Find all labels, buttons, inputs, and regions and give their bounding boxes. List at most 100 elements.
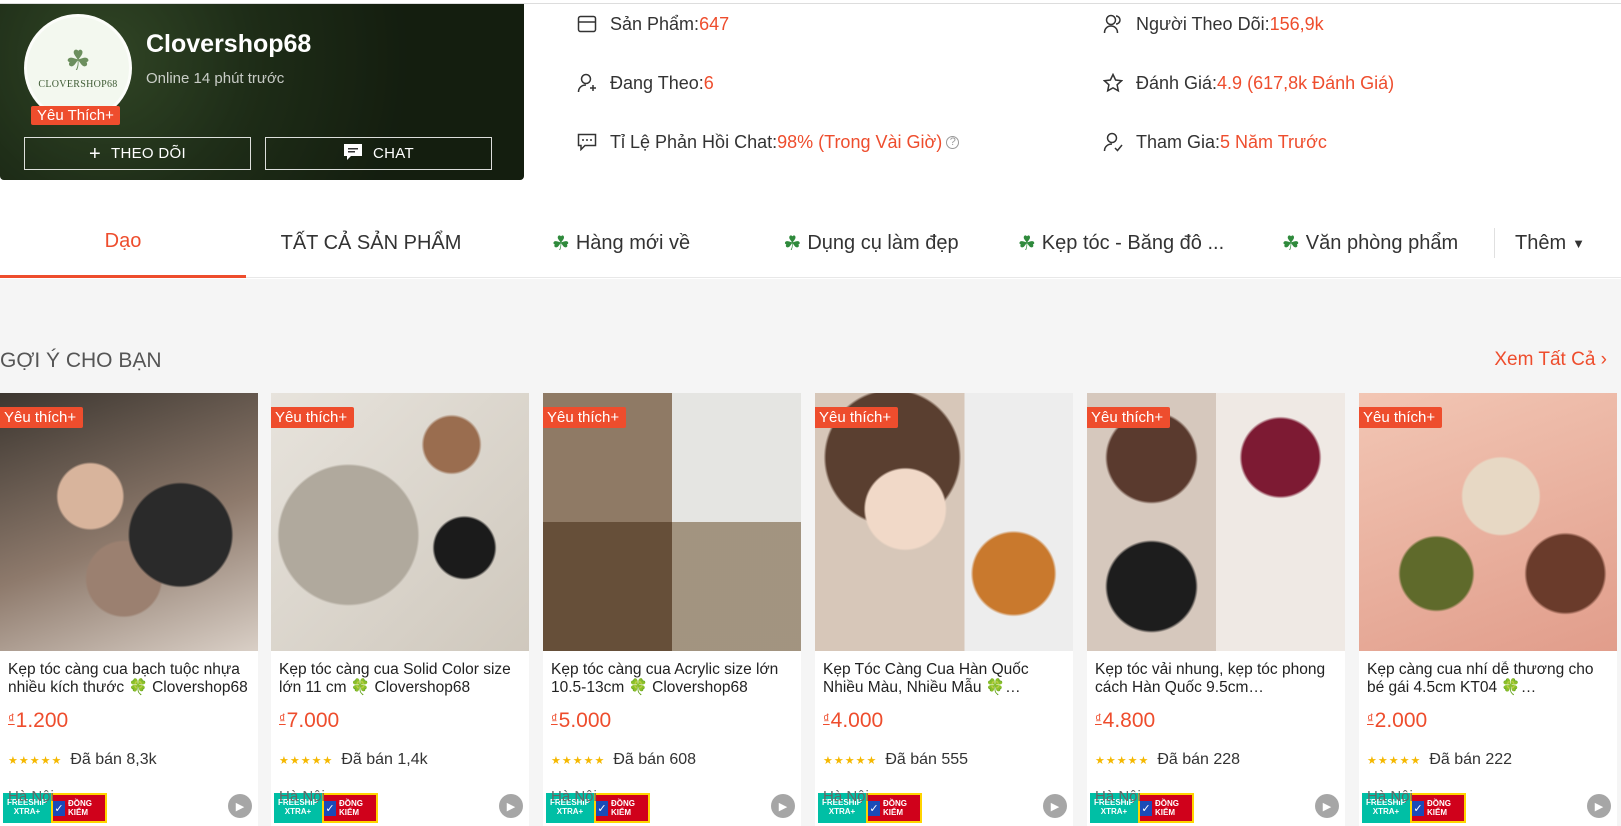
checked-text: ĐỒNG KIỂM: [339, 799, 363, 817]
avatar-brand-text: CLOVERSHOP68: [38, 78, 118, 90]
tab-dao[interactable]: Dạo: [0, 208, 246, 278]
section-title: GỢI Ý CHO BẠN: [0, 349, 162, 372]
product-location: Hà Nội: [823, 788, 869, 805]
chat-icon: [343, 143, 363, 165]
product-card[interactable]: Yêu thích+ FREESHIP XTRA+ ✓ ĐỒNG KIỂM ▶ Kẹp…: [543, 393, 801, 826]
play-icon[interactable]: ▶: [499, 794, 523, 818]
xtra-text: XTRA+: [284, 807, 312, 816]
xtra-text: XTRA+: [828, 807, 856, 816]
favorite-badge: Yêu thích+: [1359, 407, 1443, 428]
tab-all-products[interactable]: TẤT CẢ SẢN PHẨM: [246, 208, 496, 278]
play-icon[interactable]: ▶: [228, 794, 252, 818]
help-icon[interactable]: ?: [946, 135, 960, 149]
xtra-text: XTRA+: [556, 807, 584, 816]
checked-text: ĐỒNG KIỂM: [883, 799, 907, 817]
play-icon[interactable]: ▶: [1587, 794, 1611, 818]
stat-joined-value: 5 Năm Trước: [1220, 131, 1327, 152]
tab-beauty-label: Dụng cụ làm đẹp: [807, 231, 959, 254]
product-card[interactable]: Yêu thích+ FREESHIP XTRA+ ✓ ĐỒNG KIỂM ▶ Kẹp…: [271, 393, 529, 826]
checked-text: ĐỒNG KIỂM: [1427, 799, 1451, 817]
chat-button-label: CHAT: [373, 145, 414, 162]
product-card[interactable]: Yêu thích+ FREESHIP XTRA+ ✓ ĐỒNG KIỂM ▶ Kẹp…: [1359, 393, 1617, 826]
sold-count: Đã bán 8,3k: [70, 751, 157, 768]
stat-followers: Người Theo Dõi: 156,9k: [1102, 13, 1324, 35]
product-image[interactable]: [0, 393, 258, 651]
play-icon[interactable]: ▶: [1043, 794, 1067, 818]
product-location: Hà Nội: [1367, 788, 1413, 805]
clover-icon: ☘: [65, 44, 91, 76]
product-location: Hà Nội: [551, 788, 597, 805]
favorite-badge: Yêu thích+: [543, 407, 627, 428]
product-price: ₫4.000: [823, 709, 883, 733]
see-all-link[interactable]: Xem Tất Cả ›: [1494, 349, 1607, 371]
product-image[interactable]: [1087, 393, 1345, 651]
checked-text: ĐỒNG KIỂM: [68, 799, 92, 817]
follow-button[interactable]: + THEO DÕI: [24, 137, 251, 170]
tab-more[interactable]: Thêm ▼: [1495, 208, 1605, 278]
tab-more-label: Thêm: [1515, 231, 1567, 254]
tab-new-arrivals[interactable]: ☘ Hàng mới về: [496, 208, 746, 278]
product-name[interactable]: Kẹp càng cua nhí dễ thương cho bé gái 4.…: [1367, 661, 1607, 697]
tab-dao-label: Dạo: [104, 230, 142, 252]
tab-clips-label: Kẹp tóc - Băng đô ...: [1041, 231, 1225, 254]
stat-joined: Tham Gia: 5 Năm Trước: [1102, 131, 1327, 153]
xtra-text: XTRA+: [1372, 807, 1400, 816]
stat-rating: Đánh Giá: 4.9 (617,8k Đánh Giá): [1102, 72, 1394, 94]
currency-symbol: ₫: [279, 711, 286, 726]
sold-count: Đã bán 228: [1157, 751, 1241, 768]
check-icon: ✓: [1140, 800, 1152, 816]
tab-beauty-tools[interactable]: ☘ Dụng cụ làm đẹp: [746, 208, 996, 278]
product-name[interactable]: Kẹp tóc càng cua bạch tuộc nhựa nhiều kí…: [8, 661, 248, 697]
stat-products: Sản Phẩm: 647: [576, 13, 729, 35]
favorite-badge: Yêu thích+: [271, 407, 355, 428]
stat-products-label: Sản Phẩm:: [610, 13, 700, 34]
product-rating: ★★★★★ Đã bán 228: [1095, 751, 1240, 769]
product-image[interactable]: [1359, 393, 1617, 651]
sold-count: Đã bán 608: [613, 751, 697, 768]
rating-stars-icon: ★★★★★: [551, 754, 606, 767]
product-price: ₫7.000: [279, 709, 339, 733]
price-value: 1.200: [15, 709, 69, 732]
favorite-badge: Yêu thích+: [815, 407, 899, 428]
currency-symbol: ₫: [8, 711, 15, 726]
followers-icon: [1102, 13, 1124, 35]
tab-new-label: Hàng mới về: [575, 231, 691, 254]
shop-name: Clovershop68: [146, 30, 312, 58]
play-icon[interactable]: ▶: [1315, 794, 1339, 818]
product-card[interactable]: Yêu thích+ FREESHIP XTRA+ ✓ ĐỒNG KIỂM ▶ Kẹp…: [815, 393, 1073, 826]
product-image[interactable]: [543, 393, 801, 651]
check-icon: ✓: [53, 800, 65, 816]
check-icon: ✓: [868, 800, 880, 816]
product-image[interactable]: [815, 393, 1073, 651]
product-rating: ★★★★★ Đã bán 222: [1367, 751, 1512, 769]
product-name[interactable]: Kẹp tóc càng cua Solid Color size lớn 11…: [279, 661, 519, 697]
product-card[interactable]: Yêu thích+ FREESHIP XTRA+ ✓ ĐỒNG KIỂM ▶ Kẹp…: [1087, 393, 1345, 826]
product-name[interactable]: Kẹp tóc vải nhung, kẹp tóc phong cách Hà…: [1095, 661, 1335, 697]
rating-stars-icon: ★★★★★: [1367, 754, 1422, 767]
shop-banner: ☘ CLOVERSHOP68 Yêu Thích+ Clovershop68 O…: [0, 4, 524, 180]
tab-stationery[interactable]: ☘ Văn phòng phẩm: [1246, 208, 1494, 278]
product-name[interactable]: Kẹp tóc càng cua Acrylic size lớn 10.5-1…: [551, 661, 791, 697]
product-card[interactable]: Yêu thích+ FREESHIP XTRA+ ✓ ĐỒNG KIỂM ▶ Kẹp…: [0, 393, 258, 826]
stat-rating-value: 4.9 (617,8k Đánh Giá): [1217, 72, 1395, 93]
currency-symbol: ₫: [1095, 711, 1102, 726]
follow-button-label: THEO DÕI: [111, 145, 186, 162]
clover-icon: ☘: [551, 232, 570, 255]
tab-hair-clips[interactable]: ☘ Kẹp tóc - Băng đô ...: [996, 208, 1246, 278]
currency-symbol: ₫: [823, 711, 830, 726]
product-price: ₫1.200: [8, 709, 68, 733]
product-image[interactable]: [271, 393, 529, 651]
favorite-plus-badge: Yêu Thích+: [31, 106, 120, 125]
product-rating: ★★★★★ Đã bán 1,4k: [279, 751, 428, 769]
chat-bubble-icon: [576, 131, 598, 153]
stat-following-label: Đang Theo:: [610, 72, 704, 93]
check-icon: ✓: [1412, 800, 1424, 816]
chevron-right-icon: ›: [1600, 349, 1607, 370]
chat-button[interactable]: CHAT: [265, 137, 492, 170]
xtra-text: XTRA+: [13, 807, 41, 816]
play-icon[interactable]: ▶: [771, 794, 795, 818]
product-location: Hà Nội: [1095, 788, 1141, 805]
sold-count: Đã bán 555: [885, 751, 969, 768]
rating-stars-icon: ★★★★★: [8, 754, 63, 767]
product-name[interactable]: Kẹp Tóc Càng Cua Hàn Quốc Nhiều Màu, Nhi…: [823, 661, 1063, 697]
